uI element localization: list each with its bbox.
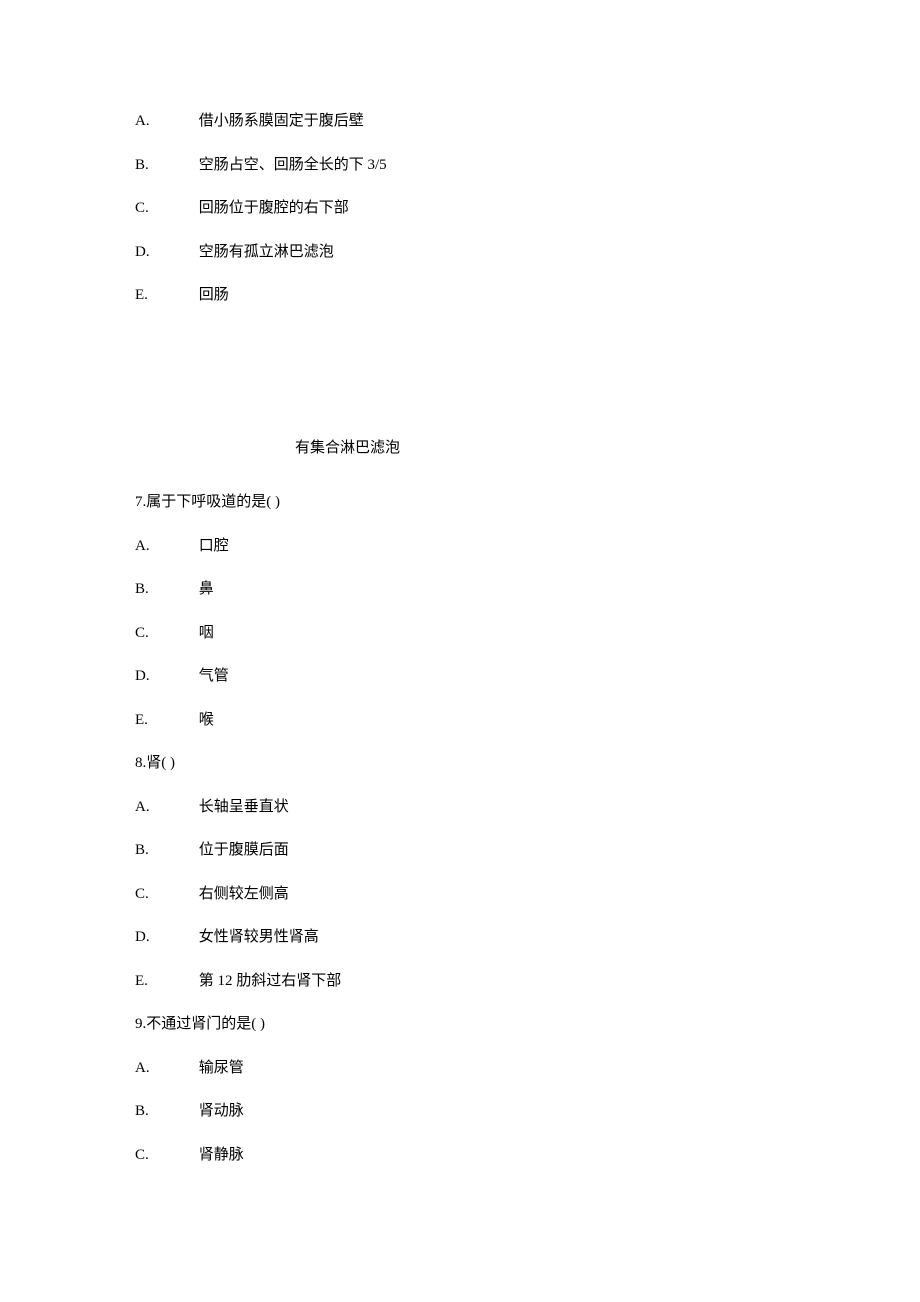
option-text: 女性肾较男性肾高 — [199, 926, 319, 949]
option-letter: D. — [135, 926, 195, 949]
option-text: 借小肠系膜固定于腹后壁 — [199, 110, 364, 133]
q8-stem: 8.肾( ) — [135, 752, 785, 775]
option-text: 鼻 — [199, 578, 214, 601]
option-letter: E. — [135, 970, 195, 993]
q6-option-d: D. 空肠有孤立淋巴滤泡 — [135, 241, 785, 264]
option-letter: A. — [135, 796, 195, 819]
q6-option-a: A. 借小肠系膜固定于腹后壁 — [135, 110, 785, 133]
option-letter: B. — [135, 154, 195, 177]
option-letter: C. — [135, 622, 195, 645]
option-letter: B. — [135, 839, 195, 862]
option-letter: C. — [135, 197, 195, 220]
option-text: 空肠有孤立淋巴滤泡 — [199, 241, 334, 264]
option-letter: E. — [135, 709, 195, 732]
q8-option-a: A. 长轴呈垂直状 — [135, 796, 785, 819]
q7-option-a: A. 口腔 — [135, 535, 785, 558]
option-text: 空肠占空、回肠全长的下 3/5 — [199, 154, 387, 177]
option-text: 右侧较左侧高 — [199, 883, 289, 906]
option-letter: A. — [135, 535, 195, 558]
q6-option-c: C. 回肠位于腹腔的右下部 — [135, 197, 785, 220]
fragment-text: 有集合淋巴滤泡 — [295, 437, 785, 460]
option-text: 肾静脉 — [199, 1144, 244, 1167]
q8-option-c: C. 右侧较左侧高 — [135, 883, 785, 906]
option-letter: C. — [135, 1144, 195, 1167]
option-text: 肾动脉 — [199, 1100, 244, 1123]
option-text: 输尿管 — [199, 1057, 244, 1080]
option-letter: D. — [135, 665, 195, 688]
q7-stem: 7.属于下呼吸道的是( ) — [135, 491, 785, 514]
option-text: 气管 — [199, 665, 229, 688]
q6-option-b: B. 空肠占空、回肠全长的下 3/5 — [135, 154, 785, 177]
option-letter: B. — [135, 578, 195, 601]
q7-option-d: D. 气管 — [135, 665, 785, 688]
q7-option-c: C. 咽 — [135, 622, 785, 645]
q9-option-a: A. 输尿管 — [135, 1057, 785, 1080]
q8-option-e: E. 第 12 肋斜过右肾下部 — [135, 970, 785, 993]
q6-option-e: E. 回肠 — [135, 284, 785, 307]
option-text: 咽 — [199, 622, 214, 645]
option-text: 第 12 肋斜过右肾下部 — [199, 970, 342, 993]
option-letter: A. — [135, 110, 195, 133]
option-letter: D. — [135, 241, 195, 264]
document-page: A. 借小肠系膜固定于腹后壁 B. 空肠占空、回肠全长的下 3/5 C. 回肠位… — [0, 0, 920, 1166]
option-letter: A. — [135, 1057, 195, 1080]
option-text: 喉 — [199, 709, 214, 732]
option-letter: C. — [135, 883, 195, 906]
option-letter: B. — [135, 1100, 195, 1123]
option-text: 长轴呈垂直状 — [199, 796, 289, 819]
q8-option-b: B. 位于腹膜后面 — [135, 839, 785, 862]
q7-option-e: E. 喉 — [135, 709, 785, 732]
option-letter: E. — [135, 284, 195, 307]
q9-option-c: C. 肾静脉 — [135, 1144, 785, 1167]
option-text: 口腔 — [199, 535, 229, 558]
q7-option-b: B. 鼻 — [135, 578, 785, 601]
option-text: 回肠位于腹腔的右下部 — [199, 197, 349, 220]
q9-option-b: B. 肾动脉 — [135, 1100, 785, 1123]
option-text: 回肠 — [199, 284, 229, 307]
q9-stem: 9.不通过肾门的是( ) — [135, 1013, 785, 1036]
option-text: 位于腹膜后面 — [199, 839, 289, 862]
q8-option-d: D. 女性肾较男性肾高 — [135, 926, 785, 949]
